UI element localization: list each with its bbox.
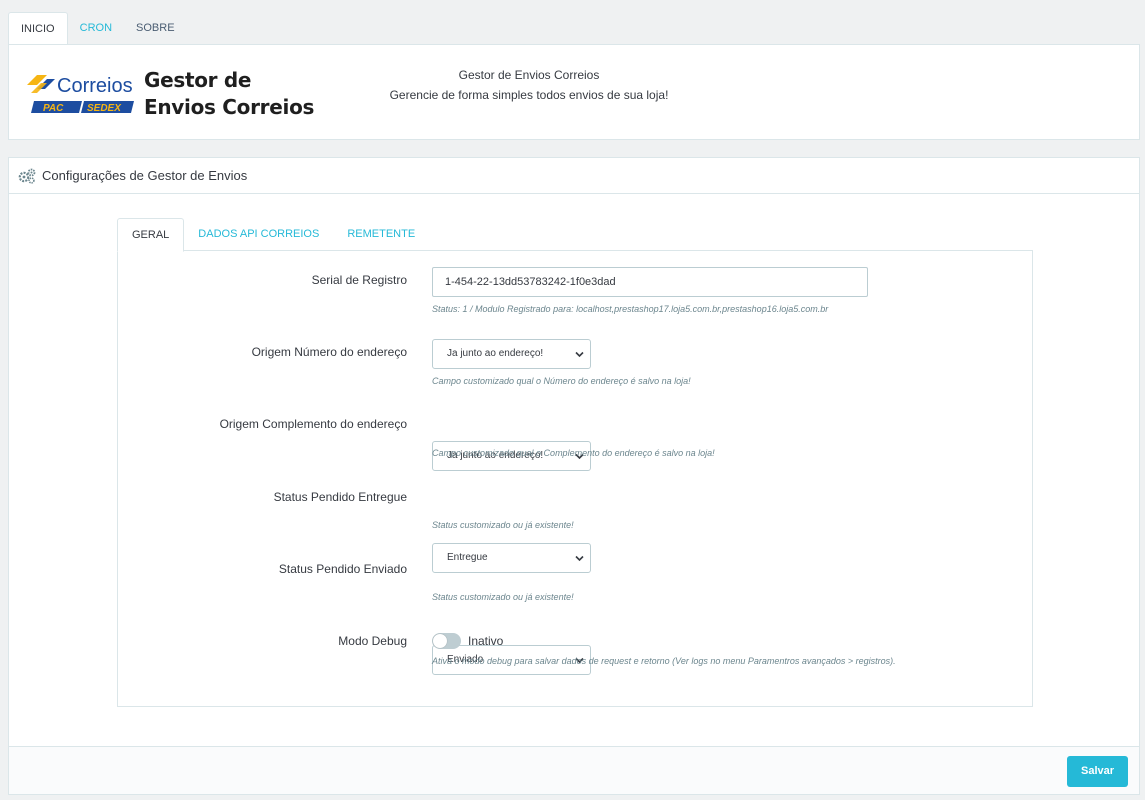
chevron-down-icon <box>575 555 584 562</box>
toggle-knob <box>433 634 447 648</box>
origem-numero-select[interactable]: Ja junto ao endereço! <box>432 339 591 369</box>
svg-text:PAC: PAC <box>43 103 64 114</box>
gears-icon <box>18 168 36 184</box>
correios-logo: Correios PAC SEDEX <box>27 75 134 114</box>
module-header-panel: Correios PAC SEDEX Gestor de Envios Corr… <box>8 44 1140 140</box>
config-tabs: GERAL DADOS API CORREIOS REMETENTE <box>117 218 429 252</box>
status-enviado-help: Status customizado ou já existente! <box>432 592 574 602</box>
tab-dados-api-correios[interactable]: DADOS API CORREIOS <box>184 218 333 251</box>
module-logo-title: Gestor de Envios Correios <box>144 68 315 119</box>
tab-sobre[interactable]: SOBRE <box>124 12 187 45</box>
config-panel: Configurações de Gestor de Envios GERAL … <box>8 157 1140 795</box>
serial-input[interactable]: 1-454-22-13dd53783242-1f0e3dad <box>432 267 868 297</box>
svg-text:SEDEX: SEDEX <box>87 103 122 114</box>
status-enviado-label: Status Pendido Enviado <box>278 562 407 576</box>
origem-numero-label: Origem Número do endereço <box>251 345 407 359</box>
panel-footer: Salvar <box>9 746 1139 794</box>
config-form: Serial de Registro 1-454-22-13dd53783242… <box>117 250 1033 707</box>
modo-debug-label: Modo Debug <box>338 634 407 648</box>
description-title: Gestor de Envios Correios <box>458 68 600 82</box>
modo-debug-help: Ativa o modo debug para salvar dados de … <box>432 656 896 666</box>
module-description: Gestor de Envios Correios Gerencie de fo… <box>339 65 719 105</box>
status-entregue-label: Status Pendido Entregue <box>273 490 407 504</box>
module-tabs: INICIO CRON SOBRE <box>8 12 187 46</box>
modo-debug-toggle[interactable] <box>432 633 461 649</box>
origem-complemento-label: Origem Complemento do endereço <box>219 417 407 431</box>
config-panel-title: Configurações de Gestor de Envios <box>42 168 248 183</box>
status-entregue-help: Status customizado ou já existente! <box>432 520 574 530</box>
svg-text:Correios: Correios <box>57 75 133 97</box>
serial-label: Serial de Registro <box>311 273 407 287</box>
chevron-down-icon <box>575 351 584 358</box>
description-subtitle: Gerencie de forma simples todos envios d… <box>389 88 669 102</box>
tab-inicio[interactable]: INICIO <box>8 12 68 46</box>
save-button[interactable]: Salvar <box>1067 756 1128 787</box>
tab-remetente[interactable]: REMETENTE <box>333 218 429 251</box>
status-entregue-select[interactable]: Entregue <box>432 543 591 573</box>
origem-complemento-help: Campo customizado qual o Complemento do … <box>432 448 715 458</box>
config-panel-header: Configurações de Gestor de Envios <box>9 158 1139 194</box>
serial-help: Status: 1 / Modulo Registrado para: loca… <box>432 304 829 314</box>
modo-debug-state: Inativo <box>468 634 504 648</box>
origem-numero-help: Campo customizado qual o Número do ender… <box>432 376 691 386</box>
tab-geral[interactable]: GERAL <box>117 218 185 252</box>
tab-cron[interactable]: CRON <box>68 12 124 45</box>
